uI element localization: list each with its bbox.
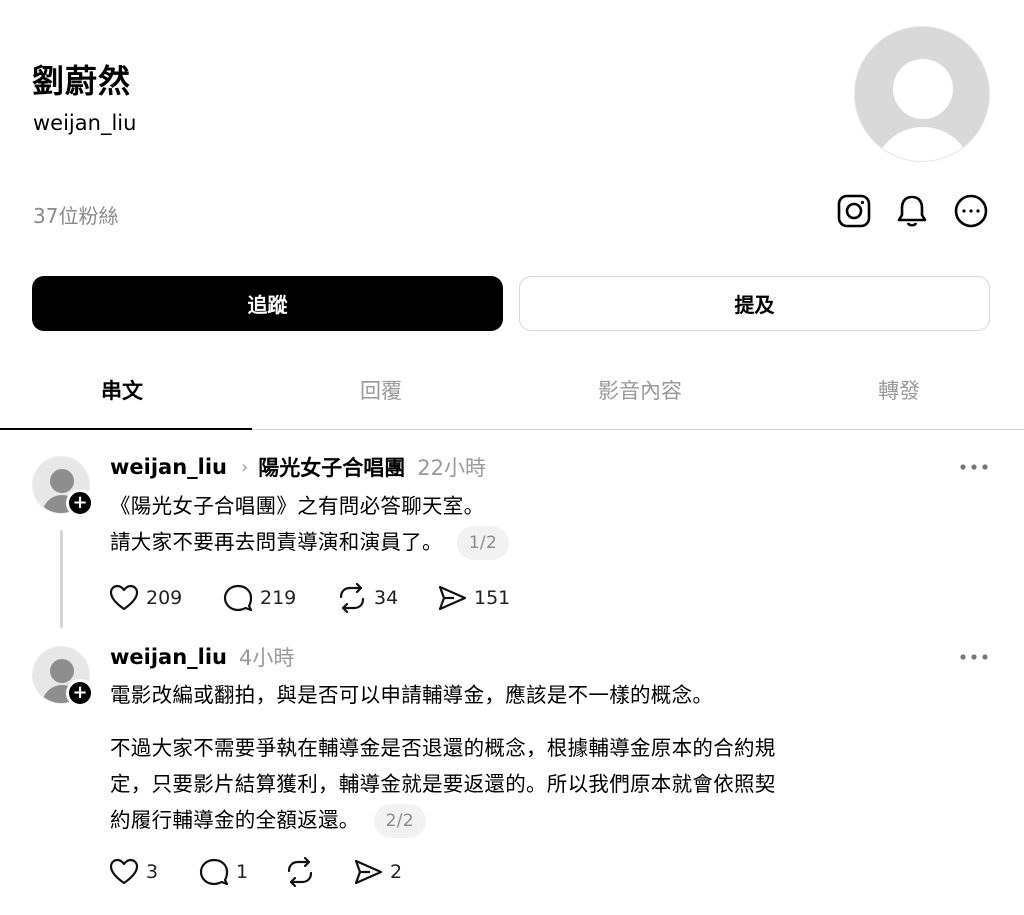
send-icon xyxy=(438,585,467,611)
instagram-icon[interactable] xyxy=(835,192,873,230)
post-time: 4小時 xyxy=(239,646,295,670)
chevron-right-icon: › xyxy=(241,456,249,478)
post-line-text: 請大家不要再去問責導演和演員了。 xyxy=(110,530,443,554)
repost-button[interactable]: 34 xyxy=(336,582,436,614)
repost-icon xyxy=(339,582,365,614)
post-header: weijan_liu › 陽光女子合唱團 22小時 xyxy=(110,452,486,482)
avatar-head-shape xyxy=(893,59,953,119)
reply-count: 1 xyxy=(236,861,249,883)
heart-icon xyxy=(109,584,139,611)
comment-icon xyxy=(223,584,253,612)
post-line: 定，只要影片結算獲利，輔導金就是要返還的。所以我們原本就會依照契 xyxy=(110,772,776,796)
repost-button[interactable] xyxy=(284,856,352,888)
tab-media[interactable]: 影音內容 xyxy=(512,350,768,430)
active-tab-indicator xyxy=(0,428,252,430)
page-badge: 1/2 xyxy=(456,526,510,560)
share-count: 151 xyxy=(474,587,511,609)
post-community[interactable]: 陽光女子合唱團 xyxy=(258,452,405,482)
reply-button[interactable]: 219 xyxy=(222,582,336,614)
avatar-head-shape xyxy=(50,469,74,493)
reply-count: 219 xyxy=(260,587,297,609)
post-more-icon[interactable] xyxy=(958,647,990,667)
tab-replies[interactable]: 回覆 xyxy=(253,350,509,430)
profile-tabs: 串文 回覆 影音內容 轉發 xyxy=(0,350,1024,430)
share-button[interactable]: 2 xyxy=(352,856,402,888)
mention-button[interactable]: 提及 xyxy=(519,276,990,331)
post-body: 電影改編或翻拍，與是否可以申請輔導金，應該是不一樣的概念。 xyxy=(110,677,713,713)
heart-icon xyxy=(109,858,139,885)
send-icon xyxy=(354,859,383,885)
post-time: 22小時 xyxy=(417,456,486,480)
post-body: 不過大家不需要爭執在輔導金是否退還的概念，根據輔導金原本的合約規 定，只要影片結… xyxy=(110,730,776,838)
avatar-head-shape xyxy=(50,659,74,683)
post-line: 不過大家不需要爭執在輔導金是否退還的概念，根據輔導金原本的合約規 xyxy=(110,736,776,760)
post-paragraph: 電影改編或翻拍，與是否可以申請輔導金，應該是不一樣的概念。 xyxy=(110,683,714,707)
post-username[interactable]: weijan_liu xyxy=(110,645,227,669)
post-actions: 3 1 2 xyxy=(108,855,402,889)
thread-line xyxy=(60,530,63,628)
post-username[interactable]: weijan_liu xyxy=(110,455,227,479)
post-actions: 209 219 34 151 xyxy=(108,581,510,615)
post-body: 《陽光女子合唱團》之有問必答聊天室。 請大家不要再去問責導演和演員了。 1/2 xyxy=(110,488,510,560)
like-button[interactable]: 209 xyxy=(108,582,222,614)
tab-reposts[interactable]: 轉發 xyxy=(771,350,1024,430)
profile-avatar[interactable] xyxy=(854,26,990,162)
page-badge: 2/2 xyxy=(373,804,426,838)
like-count: 209 xyxy=(146,587,183,609)
repost-count: 34 xyxy=(374,587,399,609)
post-line: 《陽光女子合唱團》之有問必答聊天室。 xyxy=(110,494,485,518)
post-line: 請大家不要再去問責導演和演員了。 1/2 xyxy=(110,524,510,560)
like-button[interactable]: 3 xyxy=(108,856,198,888)
tab-threads[interactable]: 串文 xyxy=(0,350,250,430)
post-more-icon[interactable] xyxy=(958,457,990,477)
follow-button[interactable]: 追蹤 xyxy=(32,276,503,331)
reply-button[interactable]: 1 xyxy=(198,856,284,888)
avatar-body-shape xyxy=(873,127,973,161)
post-line-text: 約履行輔導金的全額返還。 xyxy=(110,808,360,832)
like-count: 3 xyxy=(146,861,159,883)
post-header: weijan_liu 4小時 xyxy=(110,642,294,672)
more-options-icon[interactable] xyxy=(952,192,990,230)
comment-icon xyxy=(199,858,229,886)
bell-icon[interactable] xyxy=(893,192,931,230)
follow-plus-icon[interactable]: + xyxy=(66,489,94,517)
share-count: 2 xyxy=(390,861,403,883)
follow-plus-icon[interactable]: + xyxy=(66,679,94,707)
repost-icon xyxy=(287,856,313,888)
profile-handle: weijan_liu xyxy=(33,111,137,135)
share-button[interactable]: 151 xyxy=(436,582,510,614)
post-line: 約履行輔導金的全額返還。 2/2 xyxy=(110,802,776,838)
followers-count[interactable]: 37位粉絲 xyxy=(33,200,118,229)
profile-name: 劉蔚然 xyxy=(32,62,132,100)
